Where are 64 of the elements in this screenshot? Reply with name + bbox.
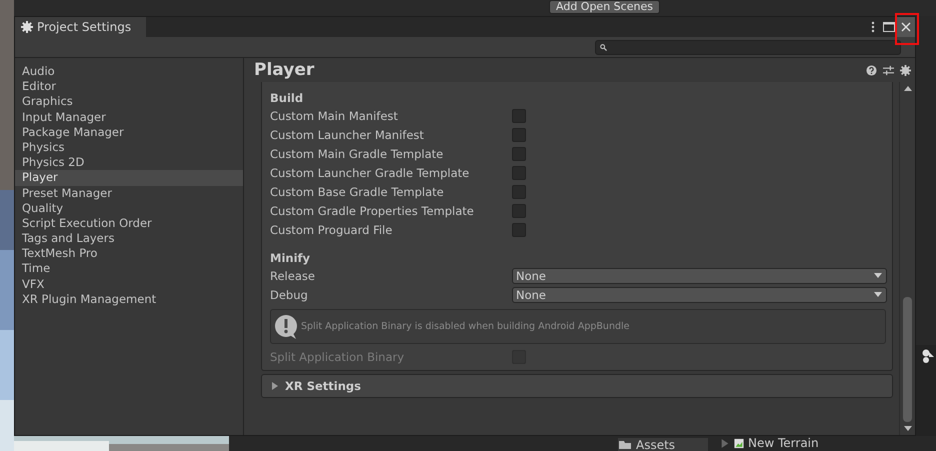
warning-icon bbox=[274, 314, 298, 340]
scroll-thumb[interactable] bbox=[903, 297, 912, 422]
window-tab[interactable]: Project Settings bbox=[15, 17, 146, 37]
checkbox[interactable] bbox=[512, 204, 526, 218]
add-open-scenes-button[interactable]: Add Open Scenes bbox=[549, 0, 660, 14]
section-title: Build bbox=[270, 90, 304, 106]
field-label: Custom Main Gradle Template bbox=[270, 146, 444, 160]
folder-icon bbox=[618, 440, 632, 450]
more-icon[interactable] bbox=[871, 21, 875, 33]
sidebar-item[interactable]: Tags and Layers bbox=[15, 231, 243, 246]
field-label: Custom Main Manifest bbox=[270, 108, 399, 122]
foldout-header[interactable]: XR Settings bbox=[261, 374, 893, 398]
field-label: Custom Proguard File bbox=[270, 222, 394, 236]
sidebar-item[interactable]: Preset Manager bbox=[15, 186, 243, 201]
sidebar-item[interactable]: Editor bbox=[15, 79, 243, 94]
sidebar-item[interactable]: Quality bbox=[15, 200, 243, 216]
dropdown-arrow-icon bbox=[874, 292, 882, 297]
expand-arrow-icon[interactable] bbox=[720, 438, 730, 448]
terrain-icon bbox=[734, 438, 744, 448]
close-icon bbox=[901, 22, 911, 32]
sidebar-item[interactable]: Physics 2D bbox=[15, 155, 243, 170]
scroll-up-icon[interactable] bbox=[904, 86, 912, 91]
sidebar-item[interactable]: Script Execution Order bbox=[15, 216, 243, 232]
field-label: Split Application Binary bbox=[270, 350, 406, 364]
checkbox[interactable] bbox=[512, 128, 526, 142]
checkbox[interactable] bbox=[512, 184, 526, 198]
maximize-icon[interactable] bbox=[883, 22, 895, 32]
sidebar-item[interactable]: Graphics bbox=[15, 94, 243, 110]
field-label: Debug bbox=[270, 288, 309, 302]
asset-item[interactable]: New Terrain bbox=[748, 436, 819, 450]
help-icon[interactable] bbox=[866, 64, 877, 76]
sidebar-item[interactable]: Package Manager bbox=[15, 124, 243, 140]
scene-icon[interactable] bbox=[922, 349, 934, 363]
field-label: Custom Gradle Properties Template bbox=[270, 204, 475, 218]
dropdown-arrow-icon bbox=[874, 273, 882, 278]
gear-icon bbox=[21, 21, 33, 33]
field-label: Custom Launcher Manifest bbox=[270, 128, 425, 142]
sidebar-item[interactable]: Input Manager bbox=[15, 110, 243, 125]
highlight-frame bbox=[895, 13, 919, 45]
checkbox[interactable] bbox=[512, 166, 526, 180]
field-label: Custom Base Gradle Template bbox=[270, 184, 445, 198]
dropdown[interactable]: None bbox=[512, 268, 887, 284]
dropdown[interactable]: None bbox=[512, 286, 887, 302]
checkbox[interactable] bbox=[512, 108, 526, 122]
checkbox[interactable] bbox=[512, 222, 526, 236]
sidebar-item[interactable]: XR Plugin Management bbox=[15, 292, 243, 307]
search-field[interactable] bbox=[595, 40, 901, 54]
panel-title: Player bbox=[254, 60, 314, 80]
search-icon bbox=[600, 44, 607, 50]
sidebar-item[interactable]: TextMesh Pro bbox=[15, 246, 243, 262]
sidebar-item[interactable]: Audio bbox=[15, 64, 243, 80]
sidebar-item[interactable]: Player bbox=[15, 170, 243, 186]
settings-icon[interactable] bbox=[900, 64, 911, 76]
sliders-icon[interactable] bbox=[883, 64, 894, 76]
sidebar-item[interactable]: Time bbox=[15, 261, 243, 277]
sidebar-item[interactable]: VFX bbox=[15, 276, 243, 292]
field-label: Release bbox=[270, 268, 316, 282]
sidebar-item[interactable]: Physics bbox=[15, 140, 243, 156]
field-label: Custom Launcher Gradle Template bbox=[270, 166, 470, 180]
close-button[interactable] bbox=[897, 17, 915, 37]
section-title: Minify bbox=[270, 250, 312, 266]
warning-text: Split Application Binary is disabled when building Android AppBundle bbox=[301, 321, 630, 332]
checkbox[interactable] bbox=[512, 146, 526, 160]
scroll-down-icon[interactable] bbox=[904, 426, 912, 431]
